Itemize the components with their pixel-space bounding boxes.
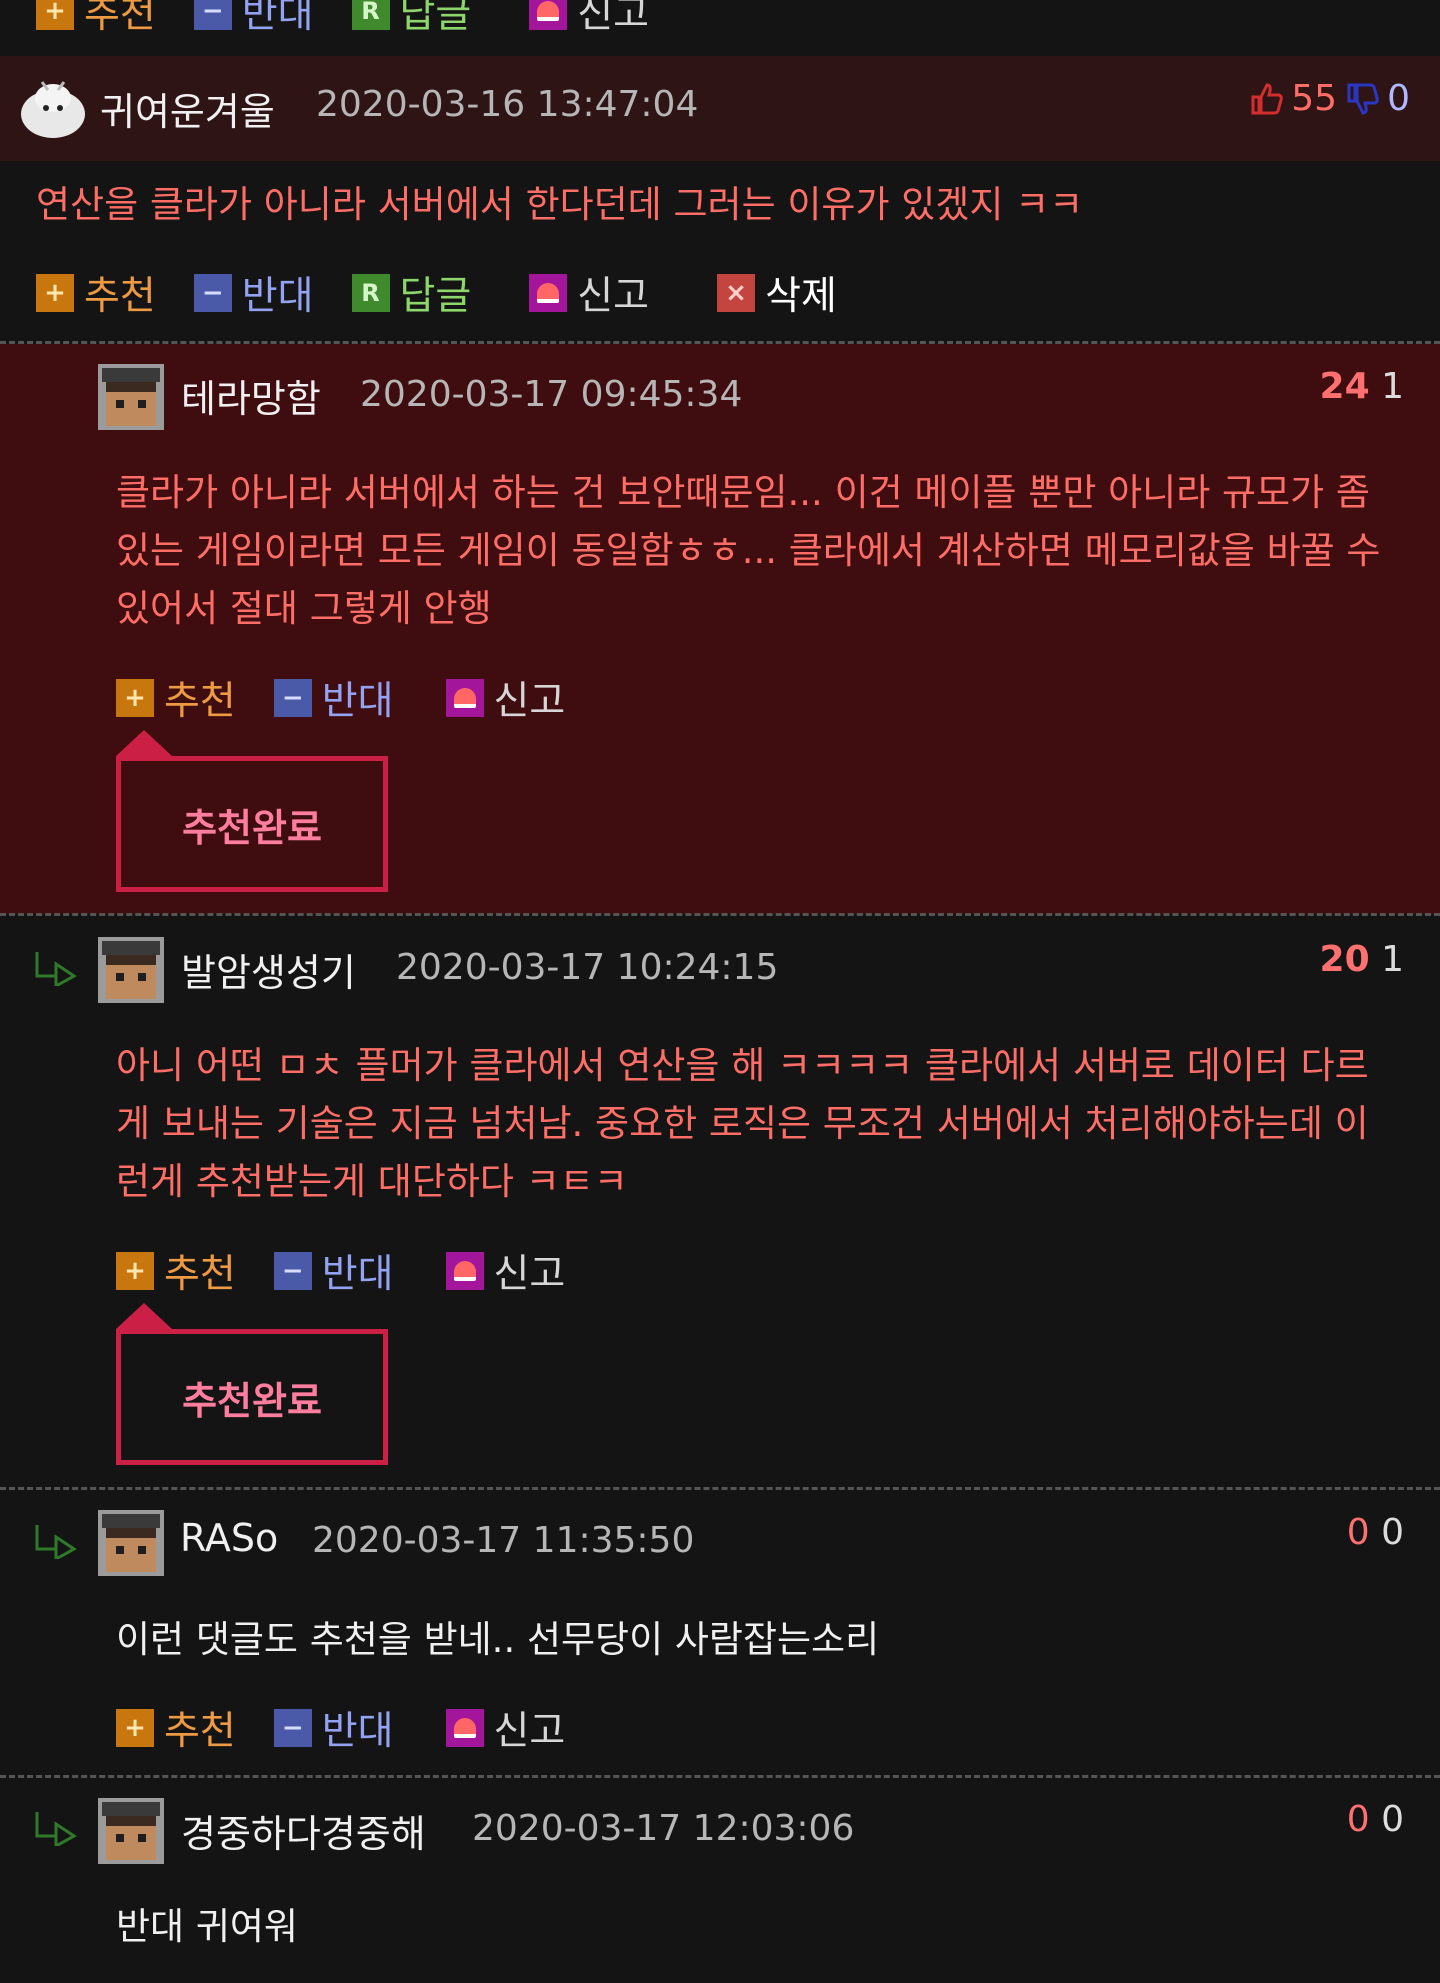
reply-arrow-icon <box>34 1810 78 1849</box>
report-button[interactable]: 신고 <box>445 1243 565 1299</box>
reply-arrow-icon <box>34 1523 78 1562</box>
comment-body: 클라가 아니라 서버에서 하는 건 보안때문임... 이건 메이플 뿐만 아니라… <box>116 471 1381 630</box>
siren-icon <box>445 679 484 717</box>
plus-icon: + <box>116 1252 154 1290</box>
timestamp: 2020-03-17 11:35:50 <box>312 1520 695 1561</box>
comment-body: 연산을 클라가 아니라 서버에서 한다던데 그러는 이유가 있겠지 ㅋㅋ <box>36 183 1084 226</box>
downvote-button[interactable]: − 반대 <box>273 1243 394 1299</box>
score: 55 0 <box>1249 78 1410 119</box>
siren-icon <box>445 1252 484 1290</box>
siren-icon <box>529 0 568 30</box>
plus-icon: + <box>116 1709 154 1747</box>
timestamp: 2020-03-17 12:03:06 <box>472 1808 855 1849</box>
timestamp: 2020-03-17 10:24:15 <box>396 947 779 988</box>
thumbs-up-icon <box>1249 81 1285 117</box>
author-name[interactable]: 귀여운겨울 <box>100 81 275 136</box>
upvote-button[interactable]: + 추천 <box>36 265 156 321</box>
comment-actions: + 추천 − 반대 신고 <box>116 1700 603 1756</box>
plus-icon: + <box>116 679 154 717</box>
downvote-button[interactable]: − 반대 <box>193 0 314 39</box>
reply-button[interactable]: R 답글 <box>351 265 471 321</box>
score: 0 0 <box>1346 1799 1404 1840</box>
author-name[interactable]: RASo <box>180 1516 278 1560</box>
reply-arrow-icon <box>34 950 78 989</box>
close-icon: × <box>717 274 756 312</box>
reply-icon: R <box>351 274 390 312</box>
divider <box>0 1487 1440 1490</box>
plus-icon: + <box>36 0 74 30</box>
comment-body: 반대 귀여워 <box>116 1905 298 1948</box>
siren-icon <box>445 1709 484 1747</box>
avatar <box>98 1510 164 1576</box>
timestamp: 2020-03-16 13:47:04 <box>316 84 699 125</box>
recommend-done-popup: 추천완료 <box>116 1329 388 1465</box>
recommend-done-popup: 추천완료 <box>116 756 388 892</box>
top-actions: + 추천 − 반대 R 답글 신고 <box>36 0 687 39</box>
minus-icon: − <box>193 0 232 30</box>
comment-body: 아니 어떤 ㅁㅊ 플머가 클라에서 연산을 해 ㅋㅋㅋㅋ 클라에서 서버로 데이… <box>116 1044 1369 1203</box>
reply-button[interactable]: R 답글 <box>351 0 471 39</box>
report-button[interactable]: 신고 <box>529 265 649 321</box>
delete-button[interactable]: × 삭제 <box>717 265 837 321</box>
downvote-button[interactable]: − 반대 <box>273 1700 394 1756</box>
popup-pointer <box>116 1303 172 1329</box>
comment-body: 이런 댓글도 추천을 받네.. 선무당이 사람잡는소리 <box>116 1618 880 1661</box>
popup-pointer <box>116 730 172 756</box>
score: 0 0 <box>1346 1512 1404 1553</box>
avatar <box>98 937 164 1003</box>
author-name[interactable]: 테라망함 <box>181 368 321 423</box>
comment-actions: + 추천 − 반대 신고 <box>116 1243 603 1299</box>
thumbs-down-icon <box>1345 81 1381 117</box>
avatar <box>98 364 164 430</box>
avatar-fluffy <box>18 72 88 142</box>
upvote-button[interactable]: + 추천 <box>116 670 236 726</box>
report-button[interactable]: 신고 <box>445 1700 565 1756</box>
divider <box>0 913 1440 916</box>
siren-icon <box>529 274 568 312</box>
upvote-button[interactable]: + 추천 <box>116 1243 236 1299</box>
comment-actions: + 추천 − 반대 R 답글 신고 × 삭제 <box>36 265 875 321</box>
author-name[interactable]: 발암생성기 <box>181 942 356 997</box>
report-button[interactable]: 신고 <box>529 0 649 39</box>
timestamp: 2020-03-17 09:45:34 <box>360 374 743 415</box>
minus-icon: − <box>273 1252 312 1290</box>
score: 20 1 <box>1319 939 1404 980</box>
upvote-button[interactable]: + 추천 <box>36 0 156 39</box>
downvote-button[interactable]: − 반대 <box>193 265 314 321</box>
divider <box>0 1775 1440 1778</box>
score: 24 1 <box>1319 366 1404 407</box>
upvote-button[interactable]: + 추천 <box>116 1700 236 1756</box>
author-name[interactable]: 경중하다경중해 <box>181 1803 426 1858</box>
comment-actions: + 추천 − 반대 신고 <box>116 670 603 726</box>
minus-icon: − <box>193 274 232 312</box>
avatar <box>98 1798 164 1864</box>
minus-icon: − <box>273 1709 312 1747</box>
plus-icon: + <box>36 274 74 312</box>
reply-icon: R <box>351 0 390 30</box>
minus-icon: − <box>273 679 312 717</box>
downvote-button[interactable]: − 반대 <box>273 670 394 726</box>
report-button[interactable]: 신고 <box>445 670 565 726</box>
